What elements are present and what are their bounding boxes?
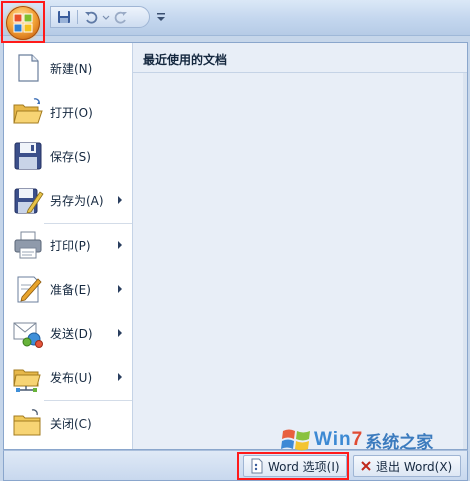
menu-item-print[interactable]: 打印(P) <box>4 225 132 265</box>
quick-access-toolbar <box>50 6 150 28</box>
menu-item-open[interactable]: 打开(O) <box>4 92 132 132</box>
exit-word-label: 退出 Word(X) <box>376 459 453 474</box>
menu-item-label: 准备(E) <box>50 283 91 297</box>
submenu-arrow-icon <box>118 373 122 381</box>
qat-undo-dropdown[interactable] <box>102 8 110 26</box>
printer-icon <box>14 231 42 259</box>
submenu-arrow-icon <box>118 329 122 337</box>
office-menu: 新建(N) 打开(O) 保存(S) 另存为(A) 打印(P) 准备(E) 发送(… <box>3 42 468 450</box>
menu-bottom-bar: Word 选项(I) 退出 Word(X) <box>3 450 468 481</box>
qat-redo-button[interactable] <box>112 8 130 26</box>
publish-icon <box>13 369 41 392</box>
prepare-icon <box>17 276 42 303</box>
menu-item-save[interactable]: 保存(S) <box>4 136 132 176</box>
close-icon <box>361 461 371 471</box>
menu-item-close[interactable]: 关闭(C) <box>4 403 132 443</box>
qat-undo-button[interactable] <box>82 8 100 26</box>
submenu-arrow-icon <box>118 196 122 204</box>
menu-item-prepare[interactable]: 准备(E) <box>4 269 132 309</box>
menu-item-save-as[interactable]: 另存为(A) <box>4 180 132 220</box>
menu-item-label: 发布(U) <box>50 371 93 385</box>
redo-icon <box>114 11 127 24</box>
menu-item-label: 另存为(A) <box>50 194 104 208</box>
menu-item-label: 保存(S) <box>50 150 91 164</box>
submenu-arrow-icon <box>118 241 122 249</box>
save-icon <box>14 142 42 170</box>
chevron-down-icon <box>102 15 110 20</box>
menu-divider <box>44 400 132 401</box>
recent-pane-edge <box>463 73 467 449</box>
word-options-highlight <box>237 452 349 480</box>
submenu-arrow-icon <box>118 285 122 293</box>
menu-item-label: 关闭(C) <box>50 417 92 431</box>
recent-documents-pane: 最近使用的文档 <box>133 43 467 449</box>
new-document-icon <box>18 54 39 82</box>
menu-divider <box>44 223 132 224</box>
send-icon <box>13 322 43 348</box>
menu-item-new[interactable]: 新建(N) <box>4 48 132 88</box>
menu-item-label: 发送(D) <box>50 327 93 341</box>
qat-save-button[interactable] <box>55 8 73 26</box>
menu-item-send[interactable]: 发送(D) <box>4 313 132 353</box>
save-icon <box>58 11 70 23</box>
open-folder-icon <box>13 98 43 124</box>
customize-dropdown-icon[interactable] <box>155 9 167 25</box>
office-button-highlight <box>1 1 45 43</box>
qat-separator <box>77 10 78 24</box>
menu-item-label: 打印(P) <box>50 239 91 253</box>
menu-command-pane: 新建(N) 打开(O) 保存(S) 另存为(A) 打印(P) 准备(E) 发送(… <box>4 43 133 449</box>
save-as-icon <box>14 188 44 214</box>
close-folder-icon <box>13 409 41 436</box>
menu-item-publish[interactable]: 发布(U) <box>4 357 132 397</box>
recent-documents-header: 最近使用的文档 <box>133 43 467 73</box>
menu-item-label: 打开(O) <box>50 106 93 120</box>
undo-icon <box>85 11 98 24</box>
exit-word-button[interactable]: 退出 Word(X) <box>353 455 461 477</box>
menu-item-label: 新建(N) <box>50 62 93 76</box>
